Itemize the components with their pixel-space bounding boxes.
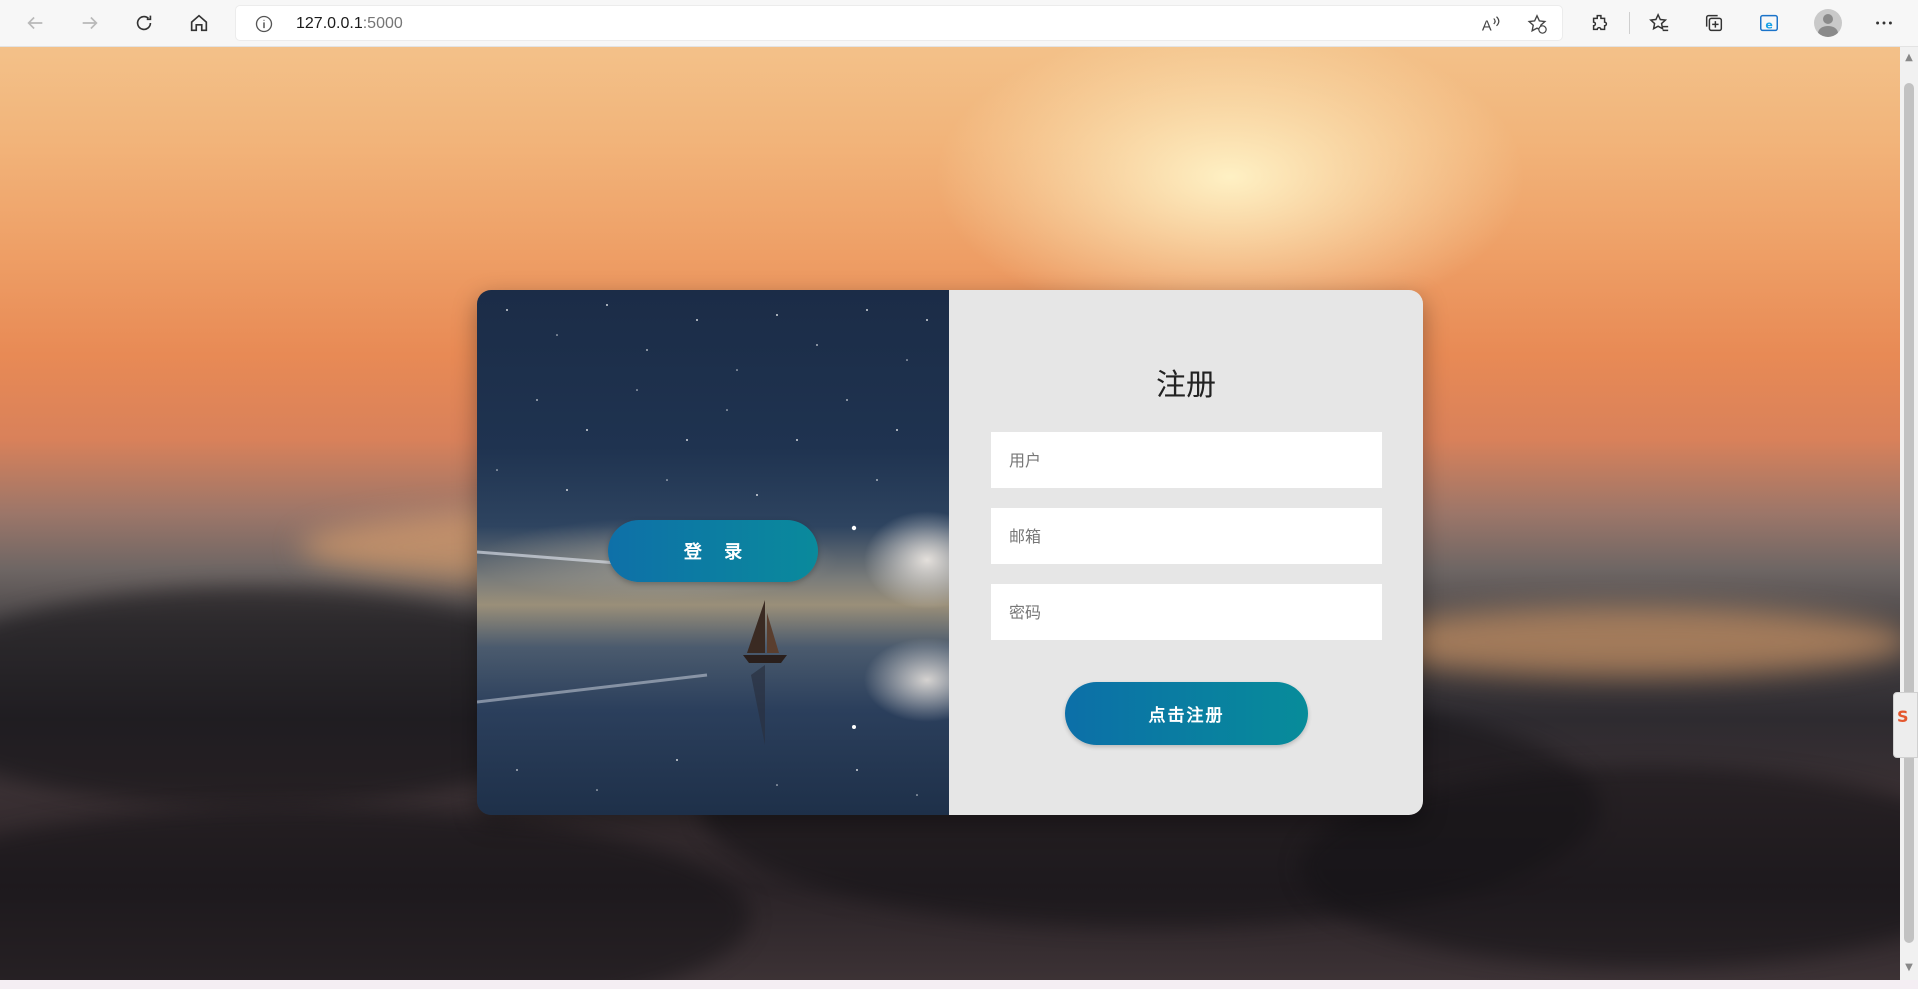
address-bar[interactable]: 127.0.0.1:5000 A <box>235 5 1563 41</box>
home-icon <box>190 14 208 32</box>
back-button[interactable] <box>17 6 53 40</box>
login-button[interactable]: 登 录 <box>608 520 818 582</box>
password-input[interactable] <box>991 584 1382 640</box>
scrollbar-thumb[interactable] <box>1904 83 1914 943</box>
sailboat-image <box>743 600 787 745</box>
forward-button[interactable] <box>72 6 108 40</box>
side-extension-tab[interactable]: S <box>1893 692 1918 758</box>
username-input[interactable] <box>991 432 1382 488</box>
scroll-up-icon[interactable]: ▲ <box>1904 53 1914 63</box>
refresh-icon <box>136 15 152 31</box>
bottom-strip <box>0 980 1918 989</box>
url-text[interactable]: 127.0.0.1:5000 <box>296 15 403 33</box>
forward-arrow-icon <box>82 16 98 30</box>
scroll-down-icon[interactable]: ▼ <box>1904 963 1914 973</box>
extensions-icon <box>1592 14 1608 31</box>
profile-avatar[interactable] <box>1814 9 1842 37</box>
more-menu-button[interactable] <box>1866 6 1902 40</box>
extension-logo-icon: S <box>1897 707 1909 726</box>
favorites-button[interactable] <box>1641 6 1677 40</box>
back-arrow-icon <box>27 16 43 30</box>
collections-button[interactable] <box>1696 6 1732 40</box>
more-menu-icon <box>1876 21 1892 25</box>
home-button[interactable] <box>181 6 217 40</box>
wave-shape <box>0 807 750 980</box>
edge-bar-button[interactable]: e <box>1751 6 1787 40</box>
register-submit-button[interactable]: 点击注册 <box>1065 682 1308 745</box>
browser-toolbar: 127.0.0.1:5000 A e <box>0 0 1918 47</box>
auth-card: 登 录 注册 点击注册 <box>477 290 1423 815</box>
extensions-button[interactable] <box>1582 6 1618 40</box>
svg-text:e: e <box>1765 19 1772 32</box>
login-panel: 登 录 <box>477 290 949 815</box>
collections-icon <box>1705 14 1723 32</box>
wave-highlight <box>1350 607 1900 677</box>
add-favorite-icon[interactable] <box>1526 13 1548 35</box>
info-icon[interactable] <box>254 14 274 34</box>
refresh-button[interactable] <box>126 6 162 40</box>
register-panel: 注册 点击注册 <box>949 290 1423 815</box>
register-title: 注册 <box>1156 368 1216 403</box>
favorites-icon <box>1649 13 1669 32</box>
toolbar-separator <box>1629 12 1630 34</box>
edge-bar-icon: e <box>1760 14 1778 32</box>
email-input[interactable] <box>991 508 1382 564</box>
page-scrollbar[interactable]: ▲ ▼ <box>1900 47 1918 980</box>
read-aloud-icon[interactable]: A <box>1480 13 1502 35</box>
page-background: 登 录 注册 点击注册 <box>0 47 1900 980</box>
svg-text:A: A <box>1482 18 1492 34</box>
